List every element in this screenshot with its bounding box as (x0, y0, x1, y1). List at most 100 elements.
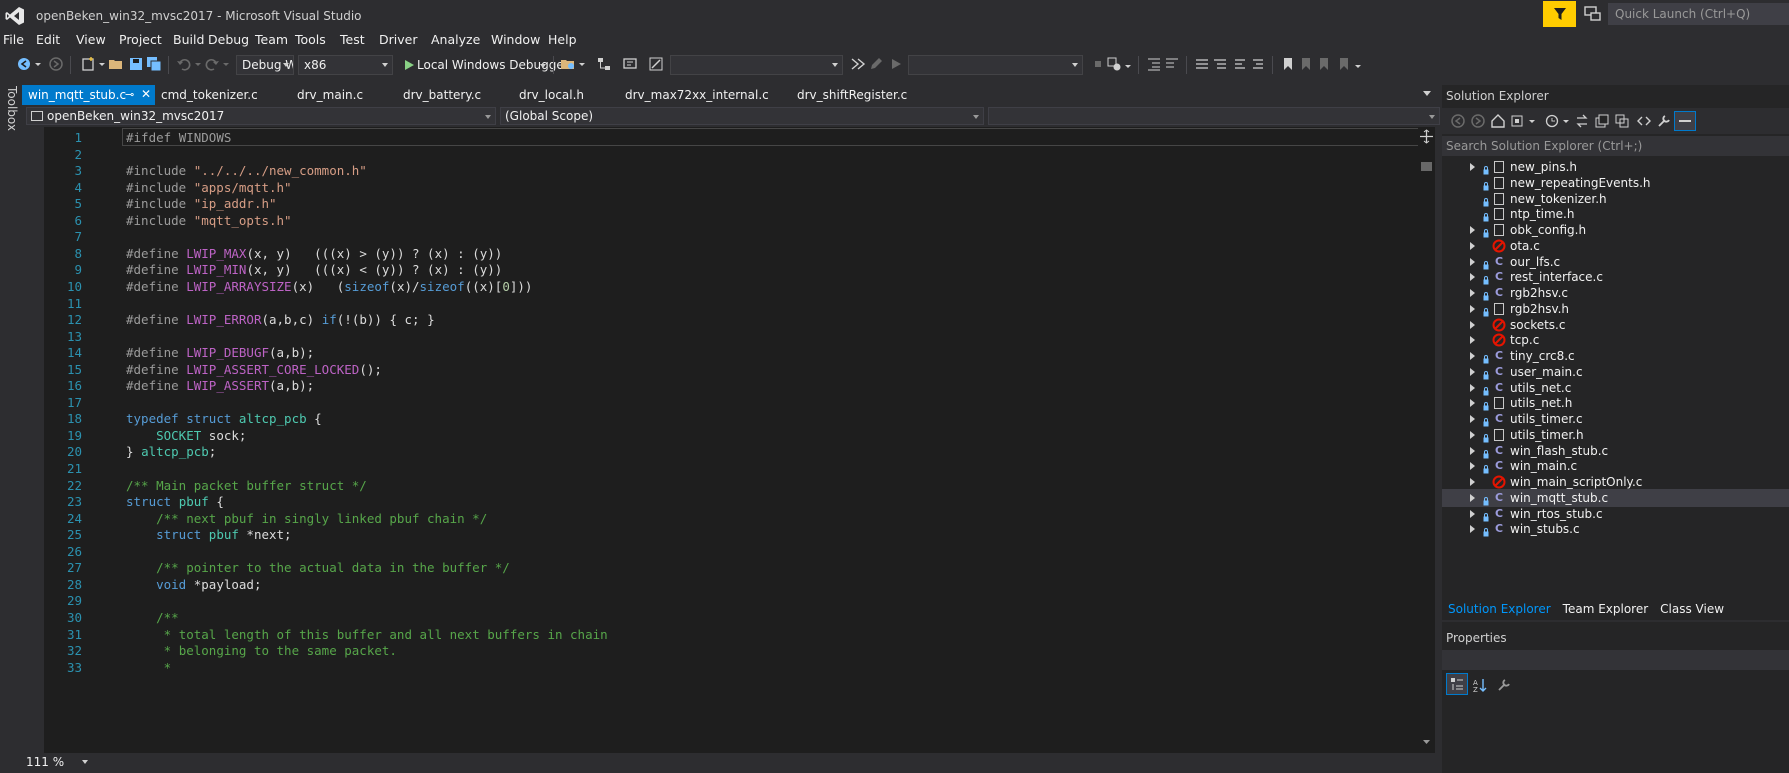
align-icon[interactable] (1232, 56, 1248, 72)
pending-dropdown-icon[interactable] (1562, 113, 1570, 129)
view-code-icon[interactable] (1636, 113, 1652, 129)
browse-dropdown-icon[interactable] (578, 56, 586, 72)
close-tab-icon[interactable]: ✕ (141, 87, 151, 101)
properties-wrench-icon[interactable] (1656, 113, 1672, 129)
undo-dropdown-icon[interactable] (194, 56, 202, 72)
project-select[interactable]: openBeken_win32_mvsc2017 (26, 107, 496, 125)
sync-icon[interactable] (1574, 113, 1590, 129)
tab-drv-shiftregister[interactable]: drv_shiftRegister.c (791, 85, 941, 105)
scope-select[interactable]: (Global Scope) (500, 107, 984, 125)
tab-solution-explorer[interactable]: Solution Explorer (1442, 599, 1557, 619)
back-dropdown-icon[interactable] (34, 56, 42, 72)
expand-arrow-icon[interactable] (1470, 493, 1475, 502)
preview-selected-button[interactable] (1674, 111, 1696, 131)
tab-drv-max72xx-internal[interactable]: drv_max72xx_internal.c (619, 85, 791, 105)
next-bookmark-icon[interactable] (1316, 56, 1332, 72)
expand-arrow-icon[interactable] (1470, 525, 1475, 534)
redo-dropdown-icon[interactable] (222, 56, 230, 72)
home-icon[interactable] (1490, 113, 1506, 129)
feedback-icon[interactable] (1583, 5, 1603, 23)
back-icon[interactable] (16, 56, 32, 72)
menu-window[interactable]: Window (491, 30, 548, 50)
switch-views-dropdown-icon[interactable] (1528, 113, 1536, 129)
prev-bookmark-icon[interactable] (1298, 56, 1314, 72)
member-select[interactable] (988, 107, 1440, 125)
collapse-all-icon[interactable] (1594, 113, 1610, 129)
code-editor[interactable]: 1 #ifdef WINDOWS 2 3 #include "../../../new_… (22, 127, 1427, 753)
tab-team-explorer[interactable]: Team Explorer (1557, 599, 1655, 619)
pending-changes-icon[interactable] (1544, 113, 1560, 129)
redo-icon[interactable] (204, 56, 220, 72)
expand-arrow-icon[interactable] (1470, 273, 1475, 282)
menu-test[interactable]: Test (340, 30, 379, 50)
tab-class-view[interactable]: Class View (1654, 599, 1730, 619)
properties-object-select[interactable] (1442, 650, 1789, 670)
expand-arrow-icon[interactable] (1470, 415, 1475, 423)
property-pages-icon[interactable] (1496, 677, 1512, 693)
menu-project[interactable]: Project (119, 30, 173, 50)
expand-arrow-icon[interactable] (1470, 509, 1475, 518)
categorized-button[interactable] (1446, 673, 1468, 695)
editor-vertical-scrollbar[interactable] (1418, 127, 1435, 753)
menu-tools[interactable]: Tools (295, 30, 340, 50)
zoom-select[interactable]: 111 % (26, 755, 88, 769)
solution-platform-select[interactable]: x86 (298, 55, 393, 75)
forward-icon[interactable] (48, 56, 64, 72)
menu-view[interactable]: View (76, 30, 119, 50)
tree-item[interactable]: Cwin_stubs.c (1442, 520, 1789, 538)
tab-drv-battery[interactable]: drv_battery.c (397, 85, 513, 105)
save-icon[interactable] (128, 56, 144, 72)
new-dropdown-icon[interactable] (98, 56, 106, 72)
menu-edit[interactable]: Edit (36, 30, 76, 50)
solution-configuration-select[interactable]: Debug W (236, 55, 294, 75)
outdent-icon[interactable] (1146, 56, 1162, 72)
expand-arrow-icon[interactable] (1470, 320, 1475, 329)
bookmark-icon[interactable] (1280, 56, 1296, 72)
attach-icon[interactable] (850, 56, 866, 72)
toolbox-tab[interactable]: Toolbox (3, 86, 19, 131)
expand-arrow-icon[interactable] (1470, 241, 1475, 250)
edit-pencil-icon[interactable] (868, 56, 884, 72)
breakpoint-settings-icon[interactable] (1106, 56, 1122, 72)
expand-arrow-icon[interactable] (1470, 304, 1475, 313)
expand-arrow-icon[interactable] (1470, 446, 1475, 455)
tab-drv-local[interactable]: drv_local.h (513, 85, 619, 105)
expand-arrow-icon[interactable] (1470, 257, 1475, 266)
undo-icon[interactable] (176, 56, 192, 72)
pin-icon[interactable]: ⊸ (125, 88, 134, 101)
hierarchy-icon[interactable] (596, 56, 612, 72)
se-forward-icon[interactable] (1470, 113, 1486, 129)
split-window-icon[interactable] (1418, 128, 1435, 145)
tab-cmd-tokenizer[interactable]: cmd_tokenizer.c (155, 85, 291, 105)
menu-debug[interactable]: Debug (208, 30, 255, 50)
browse-icon[interactable] (560, 56, 576, 72)
new-project-icon[interactable] (80, 56, 96, 72)
menu-file[interactable]: File (0, 30, 36, 50)
expand-arrow-icon[interactable] (1470, 478, 1475, 486)
expand-arrow-icon[interactable] (1470, 289, 1475, 297)
format-icon[interactable] (1250, 56, 1266, 72)
comment-icon[interactable] (622, 56, 638, 72)
expand-arrow-icon[interactable] (1470, 399, 1475, 408)
menu-help[interactable]: Help (548, 30, 588, 50)
alphabetical-icon[interactable]: AZ (1472, 677, 1488, 693)
scroll-down-icon[interactable] (1421, 737, 1432, 748)
menu-team[interactable]: Team (255, 30, 295, 50)
find-combo[interactable] (670, 55, 843, 75)
quick-launch-input[interactable]: Quick Launch (Ctrl+Q) (1608, 3, 1789, 25)
expand-arrow-icon[interactable] (1470, 430, 1475, 439)
target-combo[interactable] (908, 55, 1083, 75)
solution-explorer-search-input[interactable]: Search Solution Explorer (Ctrl+;) (1442, 136, 1789, 156)
start-debugging-button[interactable]: Local Windows Debugger (399, 54, 569, 76)
menu-build[interactable]: Build (173, 30, 208, 50)
clear-bookmarks-icon[interactable] (1336, 56, 1352, 72)
expand-arrow-icon[interactable] (1470, 462, 1475, 471)
tab-list-dropdown-icon[interactable] (1423, 91, 1431, 96)
indent-icon[interactable] (1164, 56, 1180, 72)
find-icon[interactable] (648, 56, 664, 72)
stop-icon[interactable] (1090, 56, 1106, 72)
menu-analyze[interactable]: Analyze (431, 30, 491, 50)
notifications-filter-button[interactable] (1543, 1, 1576, 27)
expand-arrow-icon[interactable] (1470, 367, 1475, 376)
tab-win-mqtt-stub[interactable]: win_mqtt_stub.c ⊸ ✕ (22, 85, 155, 105)
